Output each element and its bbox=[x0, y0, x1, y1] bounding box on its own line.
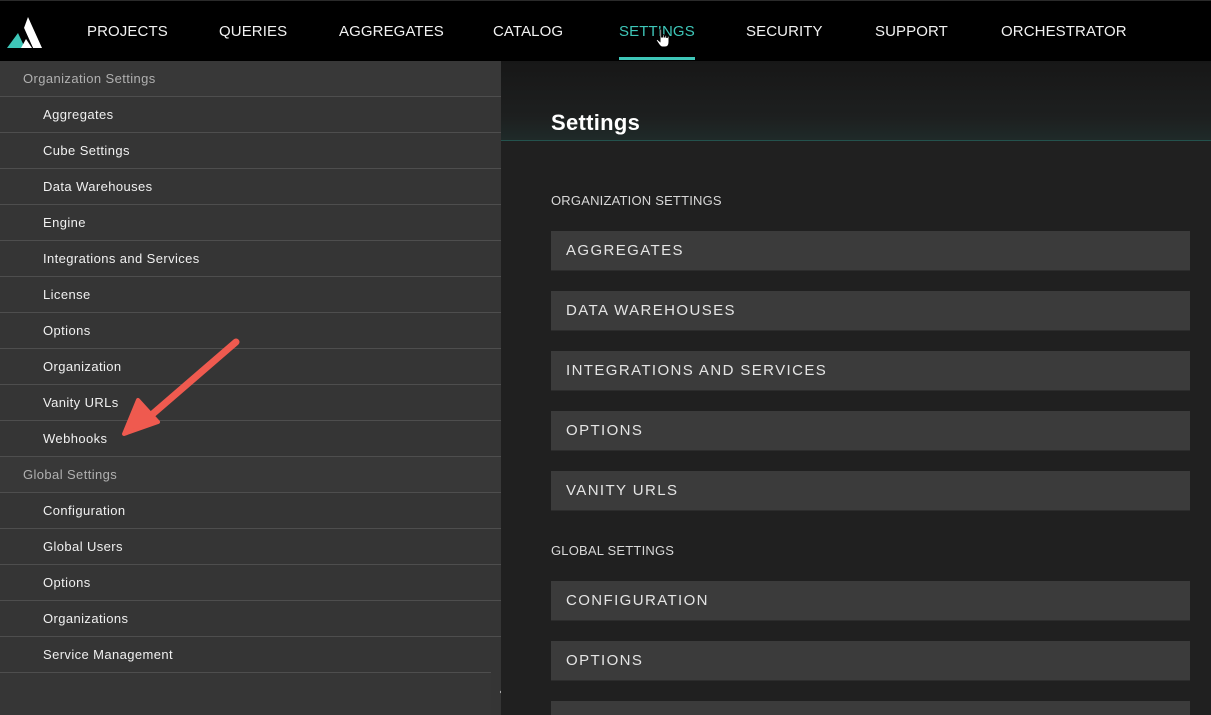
settings-main-panel: Settings ORGANIZATION SETTINGS AGGREGATE… bbox=[501, 61, 1211, 715]
card-service-management[interactable]: SERVICE MANAGEMENT bbox=[551, 701, 1190, 715]
group-label-global: GLOBAL SETTINGS bbox=[551, 543, 675, 558]
sidebar-section-global: Global Settings bbox=[0, 457, 501, 493]
sidebar-item-aggregates[interactable]: Aggregates bbox=[0, 97, 501, 133]
nav-security[interactable]: SECURITY bbox=[746, 1, 823, 62]
nav-orchestrator[interactable]: ORCHESTRATOR bbox=[1001, 1, 1127, 62]
card-configuration[interactable]: CONFIGURATION bbox=[551, 581, 1190, 621]
top-navigation-bar: PROJECTS QUERIES AGGREGATES CATALOG SETT… bbox=[0, 0, 1211, 61]
nav-support[interactable]: SUPPORT bbox=[875, 1, 948, 62]
sidebar-item-organizations[interactable]: Organizations bbox=[0, 601, 501, 637]
sidebar-item-integrations[interactable]: Integrations and Services bbox=[0, 241, 501, 277]
sidebar-item-global-users[interactable]: Global Users bbox=[0, 529, 501, 565]
card-aggregates[interactable]: AGGREGATES bbox=[551, 231, 1190, 271]
settings-sidebar: Organization Settings Aggregates Cube Se… bbox=[0, 61, 501, 715]
group-label-organization: ORGANIZATION SETTINGS bbox=[551, 193, 722, 208]
sidebar-item-license[interactable]: License bbox=[0, 277, 501, 313]
sidebar-item-configuration[interactable]: Configuration bbox=[0, 493, 501, 529]
card-data-warehouses[interactable]: DATA WAREHOUSES bbox=[551, 291, 1190, 331]
card-options[interactable]: OPTIONS bbox=[551, 411, 1190, 451]
page-header: Settings bbox=[501, 61, 1211, 141]
page-title: Settings bbox=[551, 110, 641, 135]
sidebar-item-organization[interactable]: Organization bbox=[0, 349, 501, 385]
sidebar-item-vanity-urls[interactable]: Vanity URLs bbox=[0, 385, 501, 421]
sidebar-item-webhooks[interactable]: Webhooks bbox=[0, 421, 501, 457]
arrow-icon bbox=[122, 338, 240, 436]
hand-cursor-icon bbox=[655, 28, 670, 48]
nav-catalog[interactable]: CATALOG bbox=[493, 1, 563, 62]
card-vanity-urls[interactable]: VANITY URLS bbox=[551, 471, 1190, 511]
sidebar-item-engine[interactable]: Engine bbox=[0, 205, 501, 241]
card-global-options[interactable]: OPTIONS bbox=[551, 641, 1190, 681]
sidebar-item-service-management[interactable]: Service Management bbox=[0, 637, 501, 673]
sidebar-item-global-options[interactable]: Options bbox=[0, 565, 501, 601]
app-logo-icon[interactable] bbox=[7, 16, 43, 49]
nav-aggregates[interactable]: AGGREGATES bbox=[339, 1, 444, 62]
sidebar-item-options[interactable]: Options bbox=[0, 313, 501, 349]
sidebar-item-cube-settings[interactable]: Cube Settings bbox=[0, 133, 501, 169]
card-integrations[interactable]: INTEGRATIONS AND SERVICES bbox=[551, 351, 1190, 391]
nav-queries[interactable]: QUERIES bbox=[219, 1, 287, 62]
sidebar-section-organization: Organization Settings bbox=[0, 61, 501, 97]
nav-projects[interactable]: PROJECTS bbox=[87, 1, 168, 62]
sidebar-item-data-warehouses[interactable]: Data Warehouses bbox=[0, 169, 501, 205]
